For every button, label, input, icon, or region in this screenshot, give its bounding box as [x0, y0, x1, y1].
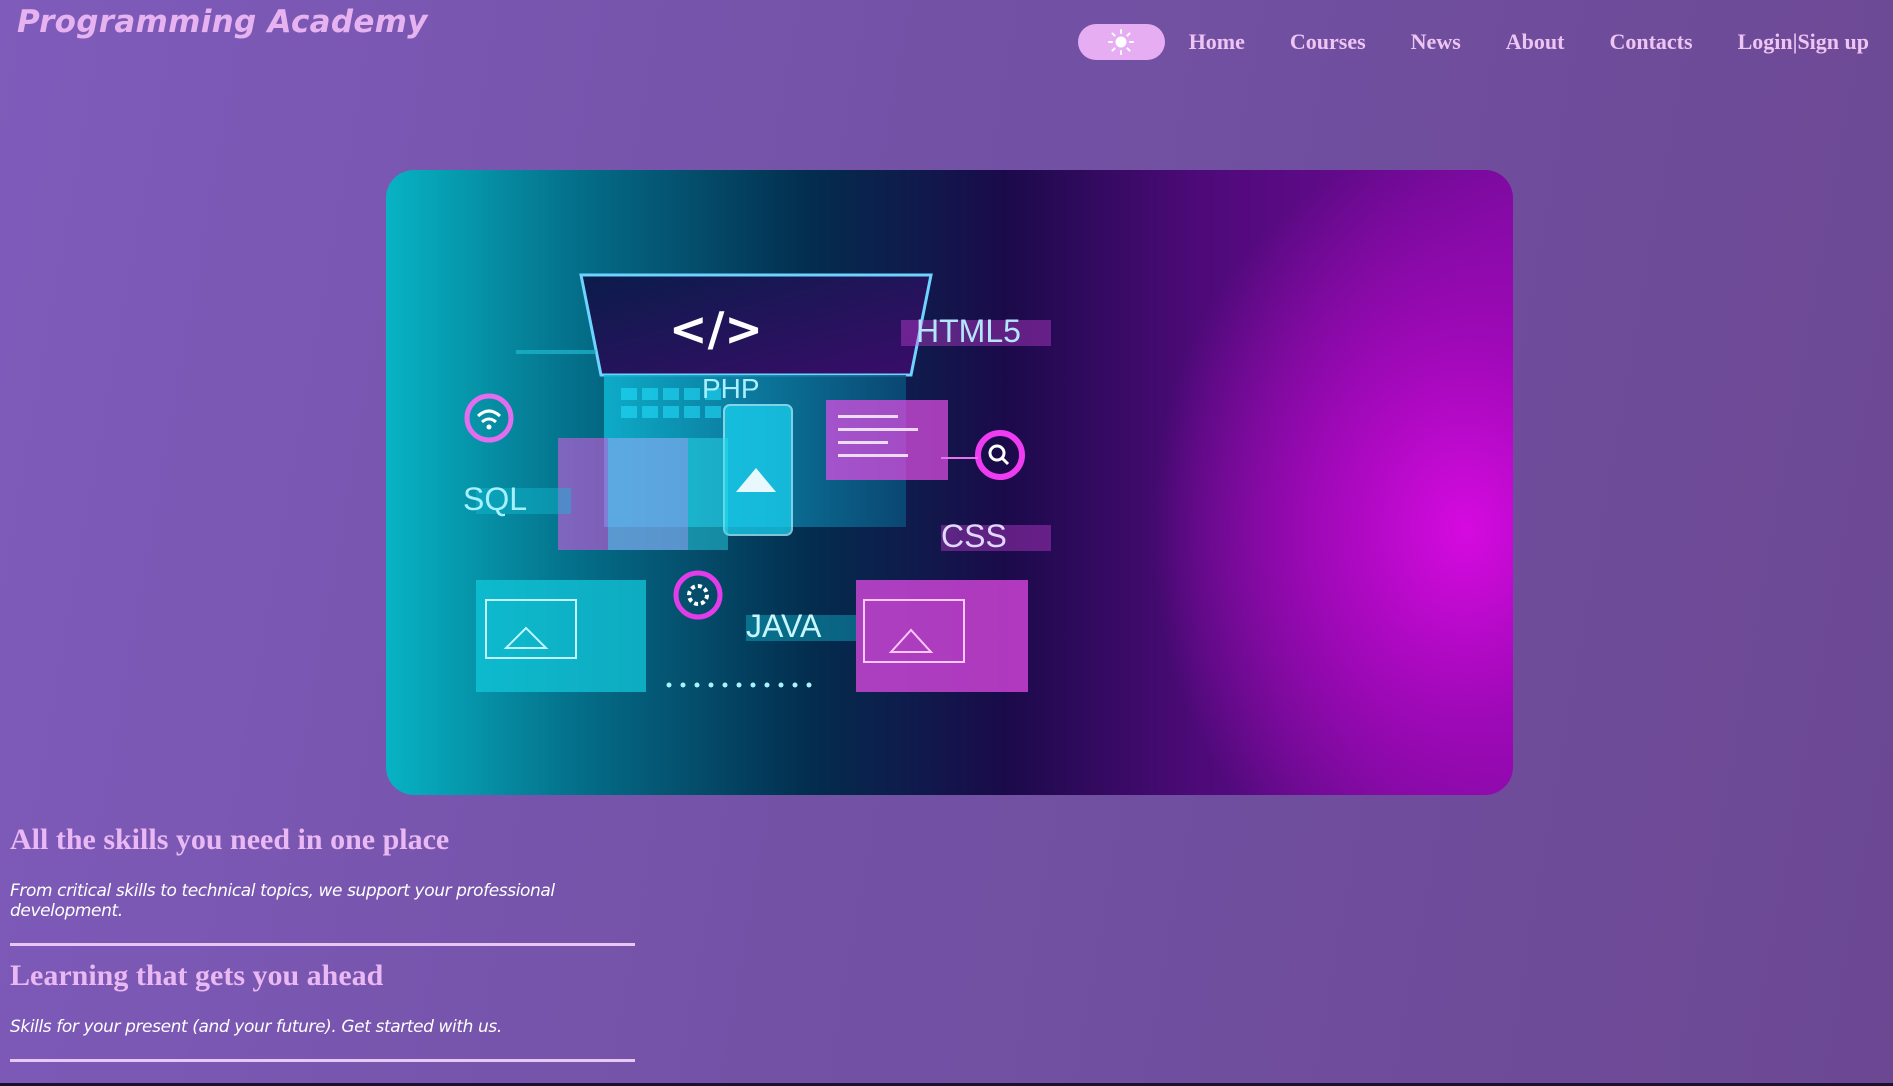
nav-link-about[interactable]: About [1506, 29, 1565, 55]
section-heading: Learning that gets you ahead [10, 959, 384, 992]
nav-link-home[interactable]: Home [1189, 29, 1245, 55]
section-text: From critical skills to technical topics… [10, 881, 555, 921]
html5-label: HTML5 [916, 313, 1021, 349]
browser-window-icon [476, 580, 646, 692]
main-nav: Home Courses News About Contacts Login|S… [1077, 24, 1869, 60]
section-text: Skills for your present (and your future… [10, 1017, 502, 1037]
wifi-icon [464, 393, 514, 443]
section-divider [10, 1059, 635, 1062]
nav-link-contacts[interactable]: Contacts [1609, 29, 1692, 55]
sql-label: SQL [463, 481, 527, 517]
nav-link-login-signup[interactable]: Login|Sign up [1738, 29, 1869, 55]
section-divider [10, 943, 635, 946]
java-label: JAVA [746, 608, 822, 644]
theme-toggle-button[interactable] [1077, 24, 1165, 60]
nav-link-news[interactable]: News [1411, 29, 1461, 55]
hero-image: </> HTML5 PHP SQL CSS JAVA [386, 170, 1513, 795]
browser-window-icon-2 [856, 580, 1028, 692]
section-heading: All the skills you need in one place [10, 823, 450, 856]
nav-link-courses[interactable]: Courses [1290, 29, 1366, 55]
search-circle-icon [941, 430, 1025, 480]
sun-icon [1108, 29, 1135, 55]
gear-icon [673, 570, 723, 620]
code-panel-icon [826, 400, 948, 480]
site-logo-title[interactable]: Programming Academy [17, 4, 428, 40]
css-label: CSS [941, 518, 1007, 554]
feature-section-learning: Learning that gets you ahead Skills for … [10, 959, 635, 1062]
code-tag-label: </> [669, 302, 763, 356]
feature-section-skills: All the skills you need in one place Fro… [10, 823, 635, 946]
php-label: PHP [702, 373, 760, 404]
programming-illustration: </> HTML5 PHP SQL CSS JAVA [463, 273, 1051, 692]
